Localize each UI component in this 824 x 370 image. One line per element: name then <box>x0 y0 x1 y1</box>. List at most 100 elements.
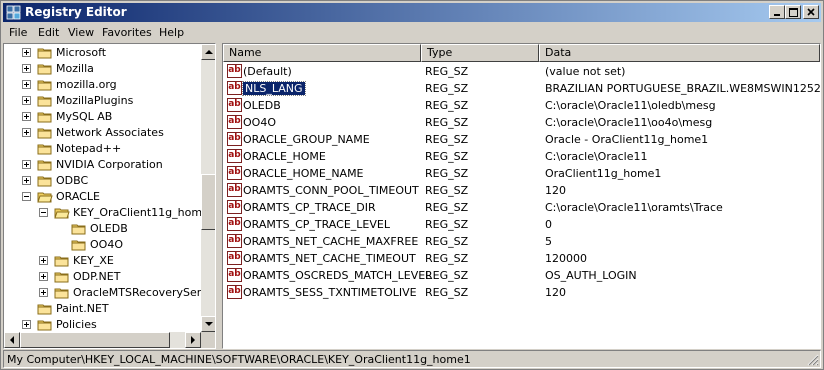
value-type: REG_SZ <box>425 65 469 78</box>
arrow-right-icon <box>191 336 195 344</box>
tree-item[interactable]: OO4O <box>4 237 201 253</box>
tree-item[interactable]: MySQL AB <box>4 109 201 125</box>
expand-icon[interactable] <box>39 272 48 281</box>
value-list[interactable]: Name Type Data ab (Default) REG_SZ (value n… <box>222 43 821 349</box>
scroll-thumb[interactable] <box>201 174 215 230</box>
tree-vertical-scrollbar[interactable] <box>201 44 215 332</box>
value-row[interactable]: ab ORAMTS_CP_TRACE_LEVEL REG_SZ 0 <box>223 216 820 233</box>
tree-item-label: Policies <box>56 318 97 331</box>
value-name: ORAMTS_CP_TRACE_DIR <box>243 201 376 214</box>
tree-item-label: KEY_XE <box>73 254 114 267</box>
folder-icon <box>37 62 53 76</box>
menu-edit[interactable]: Edit <box>38 26 59 39</box>
tree-item-label: ODBC <box>56 174 89 187</box>
value-row[interactable]: ab (Default) REG_SZ (value not set) <box>223 63 820 80</box>
expand-icon[interactable] <box>22 64 31 73</box>
menu-help[interactable]: Help <box>159 26 184 39</box>
tree-item-label: NVIDIA Corporation <box>56 158 163 171</box>
tree-item-label: Paint.NET <box>56 302 109 315</box>
menu-view[interactable]: View <box>68 26 94 39</box>
tree-item[interactable]: Mozilla <box>4 61 201 77</box>
string-value-icon: ab <box>227 149 242 163</box>
value-row[interactable]: ab ORACLE_HOME_NAME REG_SZ OraClient11g_hom… <box>223 165 820 182</box>
tree-item[interactable]: Network Associates <box>4 125 201 141</box>
tree-item[interactable]: Notepad++ <box>4 141 201 157</box>
arrow-left-icon <box>10 336 14 344</box>
column-header-data[interactable]: Data <box>539 44 820 62</box>
tree-item[interactable]: OLEDB <box>4 221 201 237</box>
collapse-icon[interactable] <box>22 192 31 201</box>
column-header-type[interactable]: Type <box>421 44 539 62</box>
folder-icon <box>71 222 87 236</box>
value-name: ORACLE_HOME_NAME <box>243 167 364 180</box>
value-row[interactable]: ab NLS_LANG REG_SZ BRAZILIAN PORTUGUESE_BRA… <box>223 80 820 97</box>
value-row[interactable]: ab ORAMTS_OSCREDS_MATCH_LEVEL REG_SZ OS_AUT… <box>223 267 820 284</box>
tree-item[interactable]: Policies <box>4 317 201 333</box>
tree-item-label: Network Associates <box>56 126 164 139</box>
folder-icon <box>54 270 70 284</box>
tree-item-label: Mozilla <box>56 62 94 75</box>
key-tree[interactable]: Microsoft Mozilla mozilla.org MozillaPlugin… <box>3 43 216 349</box>
value-name: ORACLE_HOME <box>243 150 326 163</box>
expand-icon[interactable] <box>22 80 31 89</box>
tree-item[interactable]: KEY_XE <box>4 253 201 269</box>
collapse-icon[interactable] <box>39 208 48 217</box>
horizontal-scroll-thumb[interactable] <box>20 332 170 348</box>
value-type: REG_SZ <box>425 150 469 163</box>
tree-item[interactable]: MozillaPlugins <box>4 93 201 109</box>
value-row[interactable]: ab ORAMTS_NET_CACHE_TIMEOUT REG_SZ 120000 <box>223 250 820 267</box>
value-row[interactable]: ab OO4O REG_SZ C:\oracle\Oracle11\oo4o\mesg <box>223 114 820 131</box>
column-header-name[interactable]: Name <box>223 44 421 62</box>
value-data: OS_AUTH_LOGIN <box>545 269 637 282</box>
tree-item-label: OO4O <box>90 238 123 251</box>
tree-item-label: ODP.NET <box>73 270 121 283</box>
tree-item[interactable]: mozilla.org <box>4 77 201 93</box>
value-row[interactable]: ab ORACLE_GROUP_NAME REG_SZ Oracle - OraCli… <box>223 131 820 148</box>
expand-icon[interactable] <box>22 320 31 329</box>
expand-icon[interactable] <box>22 48 31 57</box>
expand-icon[interactable] <box>22 112 31 121</box>
tree-item[interactable]: NVIDIA Corporation <box>4 157 201 173</box>
close-icon <box>807 8 815 16</box>
tree-item[interactable]: Paint.NET <box>4 301 201 317</box>
value-data: 5 <box>545 235 552 248</box>
scroll-down-button[interactable] <box>201 316 215 332</box>
expand-icon[interactable] <box>39 256 48 265</box>
expand-icon[interactable] <box>22 96 31 105</box>
tree-item[interactable]: ORACLE <box>4 189 201 205</box>
tree-item[interactable]: ODBC <box>4 173 201 189</box>
value-type: REG_SZ <box>425 82 469 95</box>
scroll-left-button[interactable] <box>4 332 20 348</box>
tree-item[interactable]: ODP.NET <box>4 269 201 285</box>
folder-icon <box>37 110 53 124</box>
menu-file[interactable]: File <box>9 26 27 39</box>
value-row[interactable]: ab ORAMTS_CP_TRACE_DIR REG_SZ C:\oracle\Ora… <box>223 199 820 216</box>
value-row[interactable]: ab ORAMTS_CONN_POOL_TIMEOUT REG_SZ 120 <box>223 182 820 199</box>
maximize-button[interactable] <box>785 5 801 19</box>
scroll-up-button[interactable] <box>201 44 215 60</box>
expand-icon[interactable] <box>22 160 31 169</box>
title-bar[interactable]: Registry Editor <box>3 3 821 22</box>
menu-favorites[interactable]: Favorites <box>102 26 152 39</box>
expand-icon[interactable] <box>39 288 48 297</box>
resize-grip-icon[interactable] <box>807 354 819 366</box>
value-row[interactable]: ab ORAMTS_NET_CACHE_MAXFREE REG_SZ 5 <box>223 233 820 250</box>
value-row[interactable]: ab OLEDB REG_SZ C:\oracle\Oracle11\oledb\me… <box>223 97 820 114</box>
value-name: ORAMTS_CP_TRACE_LEVEL <box>243 218 390 231</box>
tree-item[interactable]: KEY_OraClient11g_home1 <box>4 205 215 221</box>
string-value-icon: ab <box>227 285 242 299</box>
value-type: REG_SZ <box>425 133 469 146</box>
tree-item[interactable]: Microsoft <box>4 45 201 61</box>
scroll-right-button[interactable] <box>185 332 201 348</box>
close-button[interactable] <box>803 5 819 19</box>
tree-horizontal-scrollbar[interactable] <box>4 332 201 348</box>
scroll-corner <box>201 332 215 348</box>
value-row[interactable]: ab ORACLE_HOME REG_SZ C:\oracle\Oracle11 <box>223 148 820 165</box>
tree-item-label: OLEDB <box>90 222 128 235</box>
tree-item[interactable]: OracleMTSRecoveryService <box>4 285 215 301</box>
expand-icon[interactable] <box>22 176 31 185</box>
value-data: C:\oracle\Oracle11\oledb\mesg <box>545 99 716 112</box>
minimize-button[interactable] <box>769 5 785 19</box>
value-row[interactable]: ab ORAMTS_SESS_TXNTIMETOLIVE REG_SZ 120 <box>223 284 820 301</box>
expand-icon[interactable] <box>22 128 31 137</box>
